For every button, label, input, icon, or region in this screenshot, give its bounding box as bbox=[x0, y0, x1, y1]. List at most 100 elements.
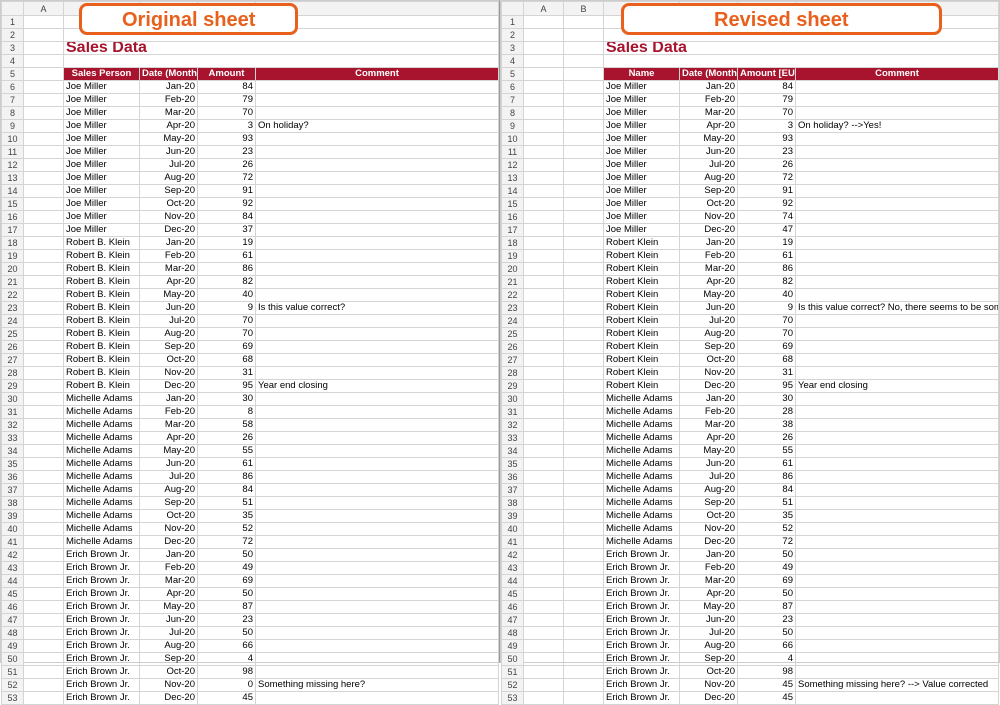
cell[interactable] bbox=[24, 393, 64, 406]
cell-comment[interactable] bbox=[256, 341, 499, 354]
sheet-revised[interactable]: AB123Sales Data45NameDate (Month)Amount … bbox=[501, 1, 999, 705]
table-row[interactable]: 46Erich Brown Jr.May-2087 bbox=[2, 601, 499, 614]
cell-date[interactable]: Dec-20 bbox=[680, 380, 738, 393]
row-header[interactable]: 9 bbox=[502, 120, 524, 133]
cell-comment[interactable] bbox=[796, 653, 999, 666]
cell[interactable] bbox=[524, 354, 564, 367]
cell-date[interactable]: Jul-20 bbox=[140, 159, 198, 172]
row-header[interactable]: 15 bbox=[502, 198, 524, 211]
cell-amount[interactable]: 87 bbox=[738, 601, 796, 614]
cell-person[interactable]: Joe Miller bbox=[604, 133, 680, 146]
cell-amount[interactable]: 91 bbox=[198, 185, 256, 198]
cell-date[interactable]: Aug-20 bbox=[680, 328, 738, 341]
cell-person[interactable]: Michelle Adams bbox=[604, 484, 680, 497]
cell-amount[interactable]: 30 bbox=[738, 393, 796, 406]
cell-comment[interactable] bbox=[256, 367, 499, 380]
table-row[interactable]: 20Robert KleinMar-2086 bbox=[502, 263, 999, 276]
cell-date[interactable]: Jul-20 bbox=[140, 315, 198, 328]
cell-person[interactable]: Michelle Adams bbox=[604, 393, 680, 406]
cell[interactable] bbox=[524, 16, 564, 29]
table-row[interactable]: 18Robert KleinJan-2019 bbox=[502, 237, 999, 250]
cell-date[interactable]: Apr-20 bbox=[140, 276, 198, 289]
row-header[interactable]: 9 bbox=[2, 120, 24, 133]
cell[interactable] bbox=[24, 458, 64, 471]
cell[interactable] bbox=[24, 94, 64, 107]
cell-date[interactable]: Mar-20 bbox=[140, 107, 198, 120]
cell[interactable] bbox=[524, 653, 564, 666]
cell-comment[interactable] bbox=[796, 536, 999, 549]
table-row[interactable]: 7Joe MillerFeb-2079 bbox=[2, 94, 499, 107]
table-row[interactable]: 28Robert KleinNov-2031 bbox=[502, 367, 999, 380]
cell-amount[interactable]: 69 bbox=[198, 575, 256, 588]
cell-amount[interactable]: 45 bbox=[738, 679, 796, 692]
table-row[interactable]: 47Erich Brown Jr.Jun-2023 bbox=[502, 614, 999, 627]
cell[interactable] bbox=[24, 29, 64, 42]
table-row[interactable]: 36Michelle AdamsJul-2086 bbox=[502, 471, 999, 484]
cell-amount[interactable]: 69 bbox=[198, 341, 256, 354]
cell-person[interactable]: Erich Brown Jr. bbox=[604, 562, 680, 575]
cell-amount[interactable]: 9 bbox=[198, 302, 256, 315]
cell-amount[interactable]: 19 bbox=[198, 237, 256, 250]
cell-comment[interactable] bbox=[796, 445, 999, 458]
cell-date[interactable]: May-20 bbox=[680, 133, 738, 146]
cell[interactable] bbox=[564, 237, 604, 250]
cell-date[interactable]: May-20 bbox=[680, 445, 738, 458]
hdr-date[interactable]: Date (Month) bbox=[140, 68, 198, 81]
row-header[interactable]: 23 bbox=[2, 302, 24, 315]
cell-date[interactable]: Sep-20 bbox=[680, 497, 738, 510]
table-row[interactable]: 50Erich Brown Jr.Sep-204 bbox=[2, 653, 499, 666]
cell-person[interactable]: Robert Klein bbox=[604, 302, 680, 315]
cell-person[interactable]: Erich Brown Jr. bbox=[64, 627, 140, 640]
cell-comment[interactable] bbox=[256, 575, 499, 588]
row-header[interactable]: 11 bbox=[502, 146, 524, 159]
cell-comment[interactable] bbox=[256, 185, 499, 198]
cell[interactable] bbox=[24, 679, 64, 692]
cell-amount[interactable]: 31 bbox=[738, 367, 796, 380]
cell-amount[interactable]: 51 bbox=[738, 497, 796, 510]
cell-person[interactable]: Robert B. Klein bbox=[64, 315, 140, 328]
cell[interactable] bbox=[24, 406, 64, 419]
table-row[interactable]: 53Erich Brown Jr.Dec-2045 bbox=[502, 692, 999, 705]
table-row[interactable]: 25Robert KleinAug-2070 bbox=[502, 328, 999, 341]
cell-comment[interactable] bbox=[796, 601, 999, 614]
cell[interactable] bbox=[524, 666, 564, 679]
cell-amount[interactable]: 86 bbox=[198, 263, 256, 276]
cell[interactable] bbox=[564, 159, 604, 172]
cell-amount[interactable]: 91 bbox=[738, 185, 796, 198]
cell-person[interactable]: Michelle Adams bbox=[64, 484, 140, 497]
sheet-title[interactable]: Sales Data bbox=[604, 42, 999, 55]
row-header[interactable]: 33 bbox=[502, 432, 524, 445]
cell-amount[interactable]: 52 bbox=[198, 523, 256, 536]
table-row[interactable]: 32Michelle AdamsMar-2058 bbox=[2, 419, 499, 432]
cell-person[interactable]: Michelle Adams bbox=[604, 510, 680, 523]
cell-comment[interactable] bbox=[256, 159, 499, 172]
row-header[interactable]: 18 bbox=[2, 237, 24, 250]
cell-date[interactable]: Oct-20 bbox=[680, 666, 738, 679]
cell-comment[interactable] bbox=[796, 614, 999, 627]
cell[interactable] bbox=[564, 458, 604, 471]
table-row[interactable]: 11Joe MillerJun-2023 bbox=[502, 146, 999, 159]
cell-comment[interactable] bbox=[796, 328, 999, 341]
cell-person[interactable]: Robert Klein bbox=[604, 367, 680, 380]
cell[interactable] bbox=[524, 42, 564, 55]
cell-date[interactable]: Feb-20 bbox=[140, 406, 198, 419]
cell-comment[interactable] bbox=[256, 406, 499, 419]
cell-comment[interactable] bbox=[256, 471, 499, 484]
cell-person[interactable]: Michelle Adams bbox=[604, 458, 680, 471]
cell[interactable] bbox=[524, 367, 564, 380]
table-row[interactable]: 30Michelle AdamsJan-2030 bbox=[2, 393, 499, 406]
cell[interactable] bbox=[24, 81, 64, 94]
row-header[interactable]: 51 bbox=[2, 666, 24, 679]
cell-person[interactable]: Michelle Adams bbox=[64, 510, 140, 523]
table-row[interactable]: 49Erich Brown Jr.Aug-2066 bbox=[502, 640, 999, 653]
cell[interactable] bbox=[564, 445, 604, 458]
cell[interactable] bbox=[564, 224, 604, 237]
row-header[interactable]: 32 bbox=[502, 419, 524, 432]
table-row[interactable]: 17Joe MillerDec-2047 bbox=[502, 224, 999, 237]
cell[interactable] bbox=[524, 445, 564, 458]
cell-comment[interactable] bbox=[256, 562, 499, 575]
cell[interactable] bbox=[524, 94, 564, 107]
cell-date[interactable]: Apr-20 bbox=[140, 588, 198, 601]
row-header[interactable]: 22 bbox=[502, 289, 524, 302]
row-header[interactable]: 38 bbox=[502, 497, 524, 510]
